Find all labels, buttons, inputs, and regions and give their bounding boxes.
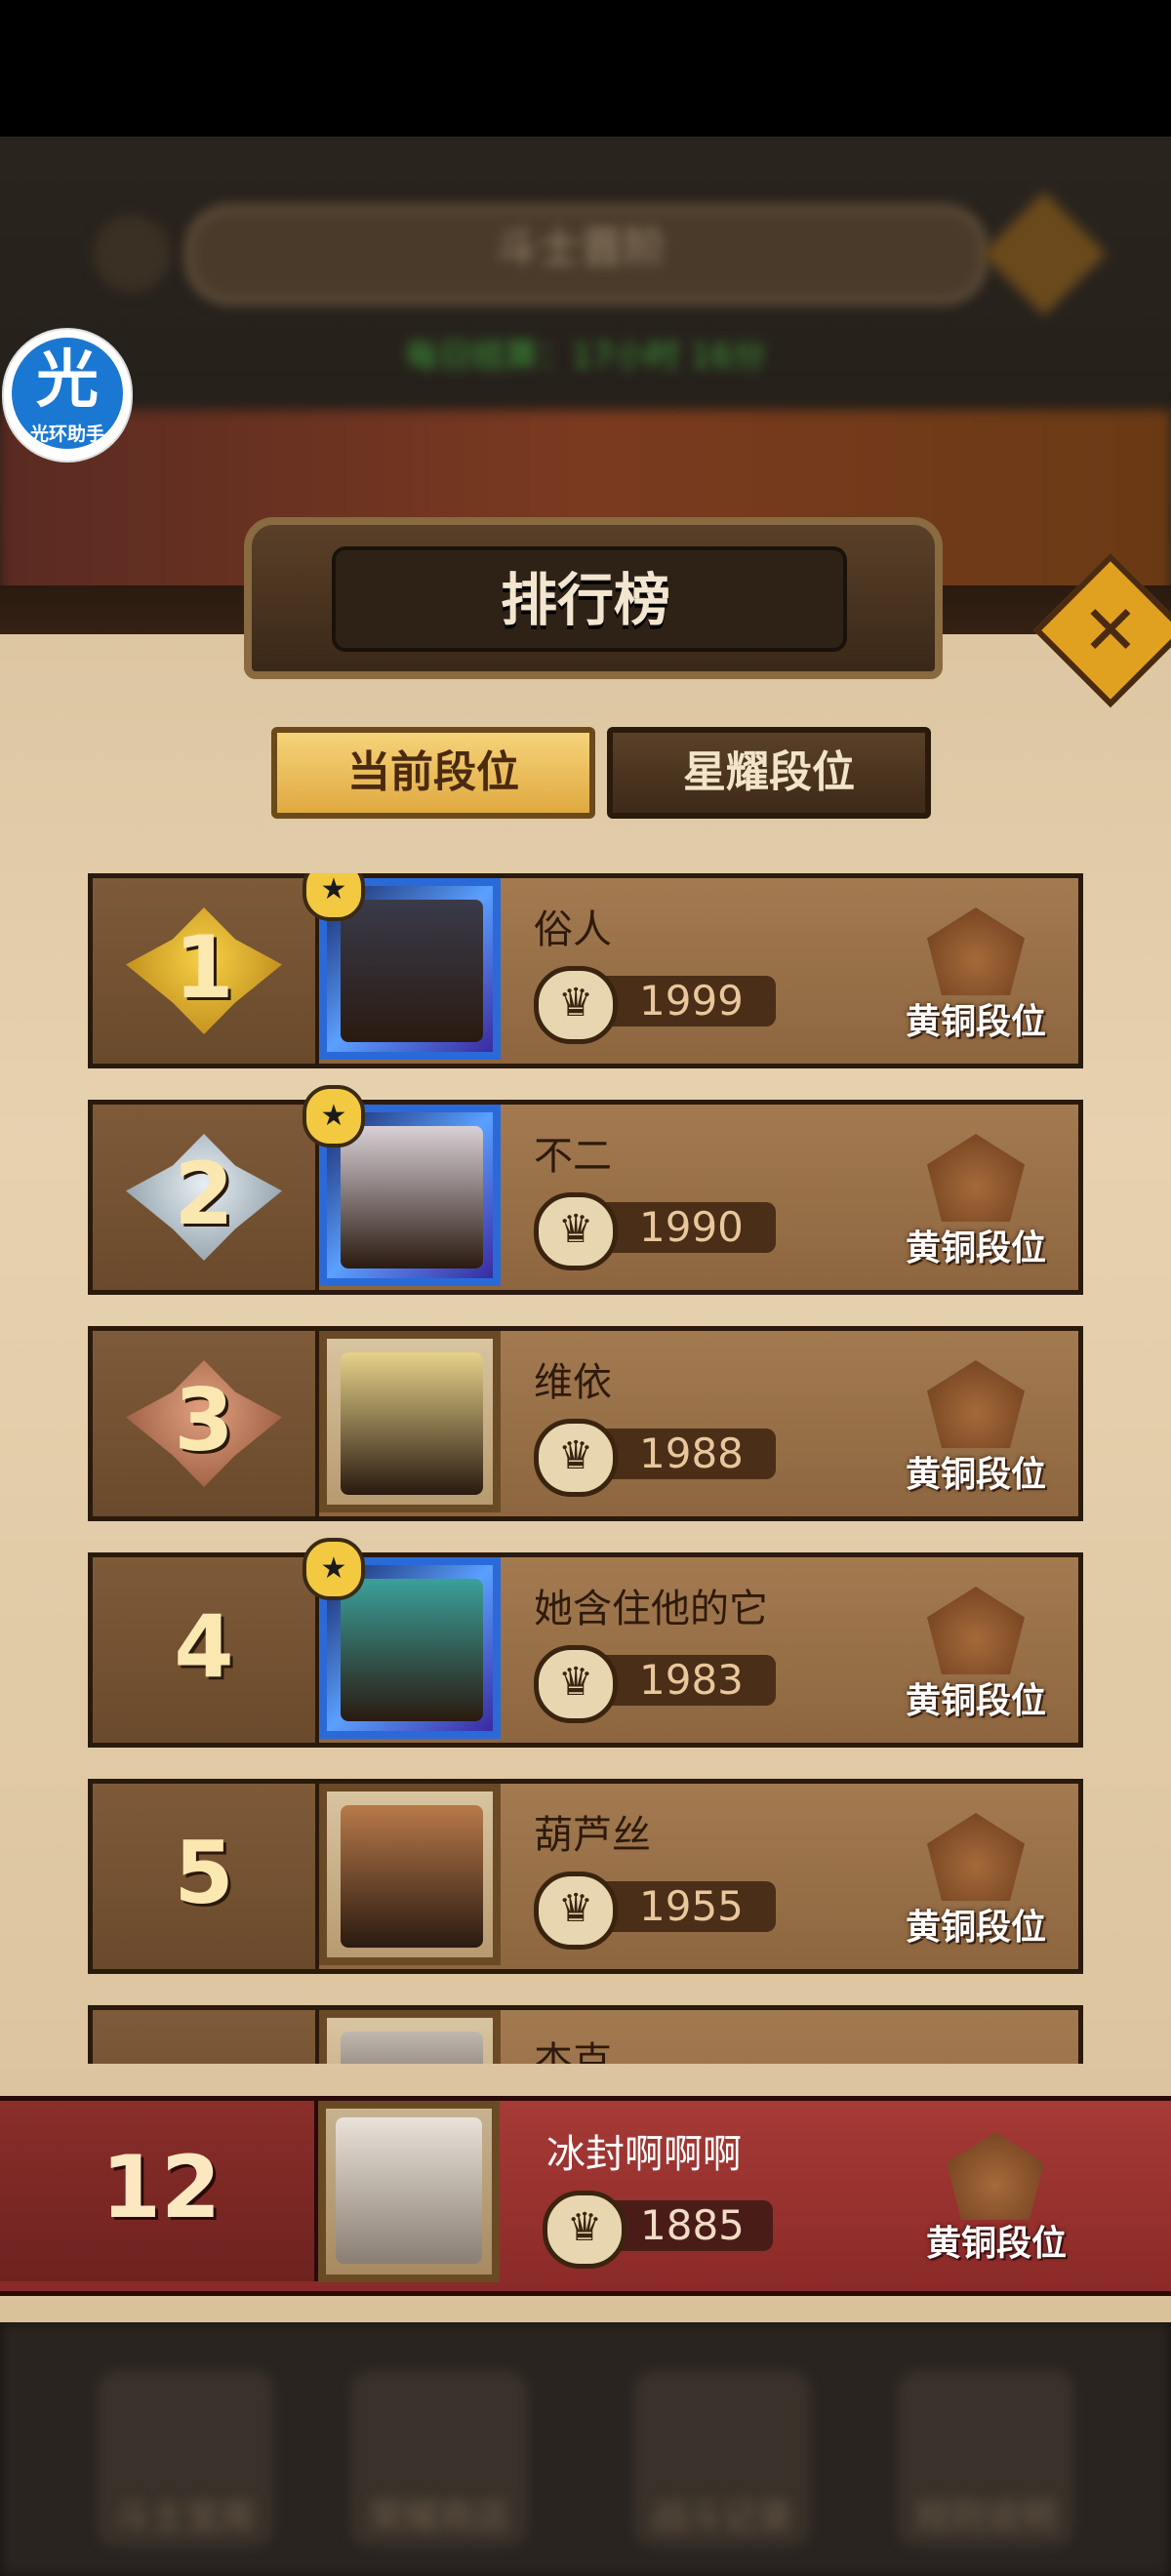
star-badge-icon: ★ xyxy=(303,1085,365,1147)
star-badge-icon: ★ xyxy=(303,873,365,921)
page-title: 排行榜 xyxy=(500,567,670,633)
player-avatar-frame[interactable] xyxy=(319,1784,501,1965)
nav-label-record: 战斗记录 xyxy=(651,2497,792,2537)
status-bar xyxy=(0,0,1171,137)
rank-cell: 3 xyxy=(93,1331,319,1516)
rank-number: 5 xyxy=(174,1823,234,1923)
helper-badge-char: 光 xyxy=(36,344,99,417)
tier-label: 黄铜段位 xyxy=(905,1228,1046,1268)
my-rank-number: 12 xyxy=(101,2137,222,2237)
bronze-tier-icon xyxy=(927,1134,1025,1222)
player-score: 1988 xyxy=(639,1429,744,1477)
bronze-tier-icon xyxy=(927,1813,1025,1901)
leaderboard-row[interactable]: 2 ★ 不二 ♛ 1990 黄铜段位 xyxy=(88,1085,1083,1295)
background-settle-timer: 每日结算：17小时 16分 xyxy=(405,337,766,376)
nav-label-rules: 规则说明 xyxy=(914,2497,1056,2537)
leaderboard-row[interactable]: 4 ★ 她含住他的它 ♛ 1983 黄铜段位 xyxy=(88,1538,1083,1748)
bronze-tier-icon xyxy=(927,1587,1025,1674)
player-score: 1955 xyxy=(639,1882,744,1930)
player-name: 维依 xyxy=(534,1360,612,1405)
rank-cell: 1 xyxy=(93,878,319,1064)
player-name: 杰克 xyxy=(534,2039,612,2064)
rank-number: 1 xyxy=(174,917,234,1018)
my-player-name: 冰封啊啊啊 xyxy=(546,2132,742,2177)
rank-cell xyxy=(93,2010,319,2064)
rank-number: 3 xyxy=(174,1370,234,1470)
my-tier-label: 黄铜段位 xyxy=(925,2224,1067,2264)
tier-label: 黄铜段位 xyxy=(905,1681,1046,1721)
tab-star-tier[interactable]: 星耀段位 xyxy=(607,727,931,819)
trophy-icon: ♛ xyxy=(534,1419,618,1497)
trophy-icon: ♛ xyxy=(534,1192,618,1270)
star-badge-icon: ★ xyxy=(303,1538,365,1600)
leaderboard-row[interactable]: 1 ★ 俗人 ♛ 1999 黄铜段位 xyxy=(88,873,1083,1068)
rank-cell: 5 xyxy=(93,1784,319,1969)
player-name: 不二 xyxy=(534,1134,612,1179)
player-avatar-frame[interactable] xyxy=(319,2010,501,2064)
leaderboard-list[interactable]: 1 ★ 俗人 ♛ 1999 黄铜段位 2 ★ 不二 ♛ 1990 黄铜段位 3 xyxy=(88,873,1093,2064)
nav-label-vault: 斗士宝库 xyxy=(114,2497,256,2537)
player-avatar xyxy=(341,1126,483,1268)
trophy-icon: ♛ xyxy=(534,966,618,1044)
tab-current-tier[interactable]: 当前段位 xyxy=(271,727,595,819)
bronze-tier-icon xyxy=(927,1360,1025,1448)
player-avatar xyxy=(341,2032,483,2064)
rank-number: 4 xyxy=(174,1596,234,1697)
tier-label: 黄铜段位 xyxy=(905,1455,1046,1495)
my-avatar xyxy=(336,2117,482,2264)
trophy-icon: ♛ xyxy=(534,1645,618,1723)
player-avatar xyxy=(341,900,483,1042)
player-avatar xyxy=(341,1579,483,1721)
player-score: 1999 xyxy=(639,977,744,1025)
player-name: 葫芦丝 xyxy=(534,1813,651,1858)
player-avatar xyxy=(341,1352,483,1495)
tier-label: 黄铜段位 xyxy=(905,1908,1046,1948)
help-icon xyxy=(93,215,171,293)
nav-label-shop: 荣耀商店 xyxy=(368,2497,509,2537)
trophy-icon: ♛ xyxy=(543,2191,626,2269)
leaderboard-row[interactable]: 3 维依 ♛ 1988 黄铜段位 xyxy=(88,1326,1083,1521)
leaderboard-row[interactable]: 杰克 xyxy=(88,2005,1083,2064)
player-avatar xyxy=(341,1805,483,1948)
tier-label: 黄铜段位 xyxy=(905,1002,1046,1042)
player-avatar-frame[interactable] xyxy=(319,1331,501,1512)
rank-cell: 2 xyxy=(93,1105,319,1290)
helper-badge-label: 光环助手 xyxy=(29,423,104,445)
my-score: 1885 xyxy=(640,2201,745,2249)
rank-number: 2 xyxy=(174,1144,234,1244)
trophy-icon: ♛ xyxy=(534,1872,618,1950)
close-x-icon: ✕ xyxy=(1081,590,1140,670)
rank-cell: 4 xyxy=(93,1557,319,1743)
background-title: 斗士晋阶 xyxy=(495,223,666,273)
bronze-tier-icon xyxy=(927,907,1025,995)
leaderboard-row[interactable]: 5 葫芦丝 ♛ 1955 黄铜段位 xyxy=(88,1779,1083,1974)
player-score: 1983 xyxy=(639,1656,744,1704)
player-name: 俗人 xyxy=(534,907,612,952)
player-name: 她含住他的它 xyxy=(534,1587,768,1631)
player-score: 1990 xyxy=(639,1203,744,1251)
